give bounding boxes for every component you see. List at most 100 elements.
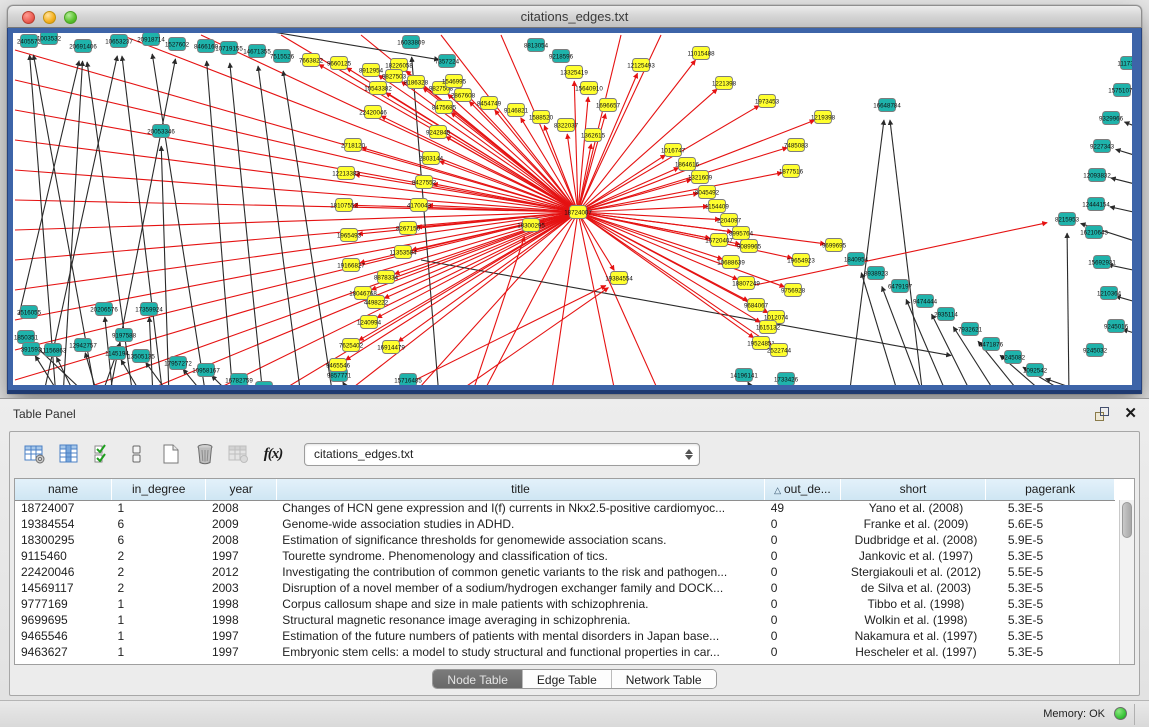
graph-node-teal[interactable]: 1527602: [165, 38, 190, 51]
graph-node-yellow[interactable]: 1546995: [442, 75, 467, 88]
column-header-year[interactable]: year: [206, 479, 276, 500]
graph-node-teal[interactable]: 9245082: [1001, 351, 1026, 364]
function-builder-icon[interactable]: f(x): [260, 441, 286, 467]
column-header-pagerank[interactable]: pagerank: [986, 479, 1115, 500]
graph-node-teal[interactable]: 7932621: [958, 323, 983, 336]
table-vertical-scrollbar[interactable]: [1119, 500, 1134, 664]
table-column-icon[interactable]: [56, 441, 82, 467]
table-row[interactable]: 946362711997Embryonic stem cells: a mode…: [15, 644, 1115, 660]
table-row[interactable]: 1872400712008Changes of HCN gene express…: [15, 500, 1115, 516]
graph-node-teal[interactable]: 20918714: [137, 33, 165, 46]
table-settings-icon[interactable]: [22, 441, 48, 467]
graph-node-yellow[interactable]: 1864616: [675, 158, 700, 171]
table-row[interactable]: 911546021997Tourette syndrome. Phenomeno…: [15, 548, 1115, 564]
graph-node-teal[interactable]: 2516055: [17, 306, 42, 319]
graph-node-yellow[interactable]: 1221398: [712, 77, 737, 90]
graph-node-teal[interactable]: 10653237: [105, 35, 133, 48]
graph-node-yellow[interactable]: 2803144: [419, 152, 444, 165]
graph-node-teal[interactable]: 14671355: [243, 45, 271, 58]
graph-node-yellow[interactable]: 7625402: [339, 339, 364, 352]
column-header-short[interactable]: short: [840, 479, 986, 500]
graph-node-teal[interactable]: 7515526: [270, 50, 295, 63]
graph-node-teal[interactable]: 9197588: [112, 329, 137, 342]
graph-node-teal[interactable]: 10958167: [192, 364, 220, 377]
graph-node-teal[interactable]: 16033809: [397, 36, 425, 49]
graph-node-yellow[interactable]: 2522744: [767, 344, 792, 357]
select-checks-icon[interactable]: [90, 441, 116, 467]
tab-edge-table[interactable]: Edge Table: [523, 670, 612, 688]
scrollbar-thumb[interactable]: [1122, 502, 1132, 538]
graph-node-teal[interactable]: 2935114: [934, 308, 958, 321]
graph-node-yellow[interactable]: 15640910: [575, 82, 603, 95]
graph-node-yellow[interactable]: 1362615: [581, 129, 606, 142]
graph-node-teal[interactable]: 16210643: [1080, 226, 1108, 239]
table-row[interactable]: 1830029562008Estimation of significance …: [15, 532, 1115, 548]
tab-network-table[interactable]: Network Table: [612, 670, 716, 688]
graph-node-teal[interactable]: 9245032: [1083, 344, 1108, 357]
graph-node-teal[interactable]: 1850351: [14, 331, 39, 344]
tab-node-table[interactable]: Node Table: [433, 670, 523, 688]
network-canvas[interactable]: 2405572100353220691406106532372091871415…: [13, 33, 1132, 385]
graph-node-yellow[interactable]: 8912954: [359, 64, 384, 77]
graph-node-yellow[interactable]: 8045492: [695, 186, 720, 199]
graph-node-yellow[interactable]: 1588520: [529, 111, 554, 124]
graph-node-yellow[interactable]: 1973453: [755, 95, 780, 108]
graph-node-yellow[interactable]: 9684067: [744, 299, 769, 312]
graph-node-yellow[interactable]: 10688639: [717, 256, 745, 269]
graph-node-yellow[interactable]: 12125493: [627, 59, 655, 72]
graph-node-teal[interactable]: 14196141: [730, 369, 758, 382]
graph-node-teal[interactable]: 20691406: [69, 40, 97, 53]
column-header-out_de[interactable]: △out_de...: [765, 479, 840, 500]
graph-node-yellow[interactable]: 7485083: [784, 139, 809, 152]
table-row[interactable]: 969969511998Structural magnetic resonanc…: [15, 612, 1115, 628]
graph-node-teal[interactable]: 15692931: [1088, 256, 1116, 269]
table-row[interactable]: 2242004622012Investigating the contribut…: [15, 564, 1115, 580]
graph-node-teal[interactable]: 16648784: [873, 99, 901, 112]
graph-node-teal[interactable]: 9218596: [549, 50, 574, 63]
graph-node-teal[interactable]: 1117305: [1117, 57, 1132, 70]
graph-node-teal[interactable]: 12942757: [69, 339, 97, 352]
graph-node-teal[interactable]: 1733426: [774, 373, 799, 386]
graph-node-yellow[interactable]: 8454749: [477, 97, 502, 110]
graph-node-yellow[interactable]: 9146821: [504, 104, 529, 117]
new-table-icon[interactable]: [158, 441, 184, 467]
graph-node-teal[interactable]: 7357224: [435, 55, 460, 68]
graph-node-teal[interactable]: 8813054: [524, 39, 549, 52]
graph-node-teal[interactable]: 12923446: [250, 382, 278, 386]
graph-node-teal[interactable]: 1145194: [105, 347, 129, 360]
close-panel-icon[interactable]: ✕: [1124, 404, 1137, 422]
graph-node-teal[interactable]: 391593: [21, 343, 42, 356]
column-header-name[interactable]: name: [15, 479, 111, 500]
float-panel-icon[interactable]: [1095, 407, 1109, 421]
graph-node-teal[interactable]: 1003532: [37, 33, 62, 45]
window-titlebar[interactable]: citations_edges.txt: [7, 5, 1142, 28]
graph-node-teal[interactable]: 8471876: [979, 338, 1004, 351]
graph-node-teal[interactable]: 20053346: [147, 125, 175, 138]
graph-node-yellow[interactable]: 1219398: [811, 111, 836, 124]
graph-node-yellow[interactable]: 1321609: [688, 171, 713, 184]
graph-node-yellow[interactable]: 8267150: [396, 222, 421, 235]
graph-node-yellow[interactable]: 1154409: [705, 200, 729, 213]
graph-node-yellow[interactable]: 1877516: [779, 165, 804, 178]
graph-node-yellow[interactable]: 9699695: [822, 239, 847, 252]
graph-node-yellow[interactable]: 11015488: [687, 47, 715, 60]
graph-node-teal[interactable]: 12093832: [1083, 169, 1111, 182]
graph-node-teal[interactable]: 1092542: [1023, 364, 1048, 377]
column-header-title[interactable]: title: [276, 479, 764, 500]
graph-node-teal[interactable]: 8215953: [1055, 213, 1080, 226]
graph-node-teal[interactable]: 12444154: [1082, 198, 1110, 211]
graph-node-yellow[interactable]: 19654923: [787, 254, 815, 267]
graph-node-yellow[interactable]: 9756928: [781, 284, 806, 297]
column-header-in_degree[interactable]: in_degree: [111, 479, 205, 500]
graph-node-teal[interactable]: 17359924: [135, 303, 163, 316]
graph-node-teal[interactable]: 9474444: [913, 295, 938, 308]
graph-node-teal[interactable]: 16782759: [225, 374, 253, 386]
graph-node-teal[interactable]: 15716485: [394, 374, 422, 386]
graph-node-teal[interactable]: 1840954: [844, 253, 869, 266]
table-select-dropdown[interactable]: citations_edges.txt: [304, 443, 700, 466]
table-row[interactable]: 1938455462009Genome-wide association stu…: [15, 516, 1115, 532]
graph-node-yellow[interactable]: 18107552: [330, 199, 358, 212]
delete-table-icon[interactable]: [192, 441, 218, 467]
graph-node-yellow[interactable]: 1016747: [661, 144, 686, 157]
graph-node-teal[interactable]: 8938923: [864, 267, 889, 280]
